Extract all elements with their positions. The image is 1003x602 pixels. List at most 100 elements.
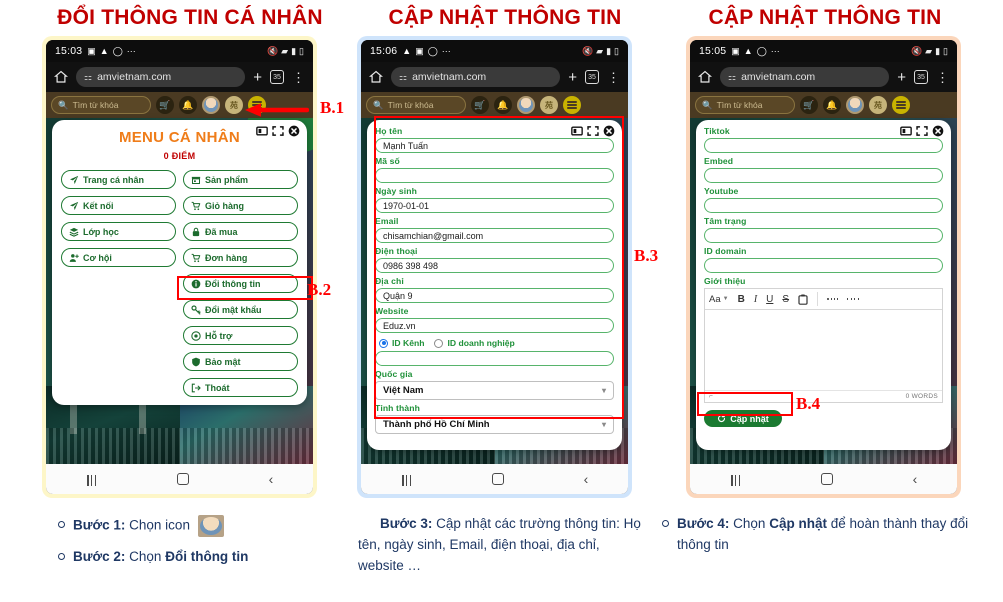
menu-item-ho-tro[interactable]: Hỗ trợ <box>183 326 298 345</box>
split-view-icon[interactable] <box>256 125 268 137</box>
split-view-icon[interactable] <box>900 125 912 137</box>
menu-item-trang-ca-nhan[interactable]: Trang cá nhân <box>61 170 176 189</box>
cart-icon[interactable]: 🛒 <box>156 96 174 114</box>
underline-icon[interactable]: U <box>766 294 773 305</box>
field-input-embed[interactable] <box>704 168 943 183</box>
recent-apps-icon[interactable] <box>401 472 413 487</box>
font-size-icon[interactable]: Aa ▼ <box>709 294 729 305</box>
field-input-ho-ten[interactable]: Mạnh Tuấn <box>375 138 614 153</box>
radio-id-kenh[interactable]: ID Kênh <box>379 338 424 348</box>
menu-item-co-hoi[interactable]: Cơ hội <box>61 248 176 267</box>
close-icon[interactable] <box>603 125 615 137</box>
user-avatar-icon[interactable] <box>846 96 864 114</box>
italic-icon[interactable]: I <box>754 294 757 305</box>
align-right-icon[interactable] <box>867 297 878 302</box>
field-label-website: Website <box>375 306 409 316</box>
browser-menu-icon[interactable]: ⋮ <box>936 71 949 84</box>
field-input-youtube[interactable] <box>704 198 943 213</box>
field-input-id-domain[interactable] <box>704 258 943 273</box>
new-tab-icon[interactable]: + <box>897 70 906 85</box>
site-badge-icon[interactable]: 苑 <box>225 96 243 114</box>
hamburger-menu-icon[interactable] <box>892 96 910 114</box>
menu-item-gio-hang[interactable]: Giỏ hàng <box>183 196 298 215</box>
new-tab-icon[interactable]: + <box>568 70 577 85</box>
submit-update-button[interactable]: Cập nhật <box>704 410 782 427</box>
tab-count-icon[interactable]: 35 <box>270 70 284 84</box>
site-badge-icon[interactable]: 苑 <box>540 96 558 114</box>
browser-url-bar[interactable]: ⚏ amvietnam.com <box>720 67 890 87</box>
fullscreen-icon[interactable] <box>916 125 928 137</box>
column-title-2: CẬP NHẬT THÔNG TIN <box>388 6 622 29</box>
cart-icon[interactable]: 🛒 <box>800 96 818 114</box>
menu-item-bao-mat[interactable]: Bảo mật <box>183 352 298 371</box>
menu-item-label: Sản phẩm <box>205 174 249 185</box>
new-tab-icon[interactable]: + <box>253 70 262 85</box>
radio-id-doanh-nghiep[interactable]: ID doanh nghiệp <box>434 338 515 348</box>
site-search-input[interactable]: 🔍 Tìm từ khóa <box>695 96 795 114</box>
field-input-ngay-sinh[interactable]: 1970-01-01 <box>375 198 614 213</box>
close-icon[interactable] <box>288 125 300 137</box>
menu-item-label: Giỏ hàng <box>205 200 244 211</box>
menu-item-thoat[interactable]: Thoát <box>183 378 298 397</box>
battery-icon: ▯ <box>614 45 619 56</box>
tab-count-icon[interactable]: 35 <box>914 70 928 84</box>
browser-home-icon[interactable] <box>54 70 68 84</box>
bullet-icon <box>58 553 65 560</box>
browser-url-bar[interactable]: ⚏ amvietnam.com <box>391 67 561 87</box>
back-icon[interactable]: ‹ <box>269 471 274 487</box>
browser-url-bar[interactable]: ⚏ amvietnam.com <box>76 67 246 87</box>
user-avatar-icon[interactable] <box>517 96 535 114</box>
home-icon[interactable] <box>492 473 505 485</box>
browser-menu-icon[interactable]: ⋮ <box>292 71 305 84</box>
field-input-dien-thoai[interactable]: 0986 398 498 <box>375 258 614 273</box>
cart-icon[interactable]: 🛒 <box>471 96 489 114</box>
field-input-dia-chi[interactable]: Quận 9 <box>375 288 614 303</box>
menu-item-da-mua[interactable]: Đã mua <box>183 222 298 241</box>
field-input-email[interactable]: chisamchian@gmail.com <box>375 228 614 243</box>
recent-apps-icon[interactable] <box>86 472 98 487</box>
bold-icon[interactable]: B <box>738 294 745 305</box>
field-input-channel-id[interactable] <box>375 351 614 366</box>
back-icon[interactable]: ‹ <box>913 471 918 487</box>
strikethrough-icon[interactable]: S <box>782 294 789 305</box>
align-left-icon[interactable] <box>827 297 839 302</box>
field-input-website[interactable]: Eduz.vn <box>375 318 614 333</box>
field-input-tam-trang[interactable] <box>704 228 943 243</box>
site-badge-icon[interactable]: 苑 <box>869 96 887 114</box>
close-icon[interactable] <box>932 125 944 137</box>
select-tinh-thanh[interactable]: Thành phố Hồ Chí Minh ▾ <box>375 415 614 434</box>
user-avatar-icon[interactable] <box>202 96 220 114</box>
menu-item-doi-mat-khau[interactable]: Đổi mật khẩu <box>183 300 298 319</box>
hamburger-menu-icon[interactable] <box>563 96 581 114</box>
bell-icon[interactable]: 🔔 <box>823 96 841 114</box>
back-icon[interactable]: ‹ <box>584 471 589 487</box>
site-search-input[interactable]: 🔍 Tìm từ khóa <box>51 96 151 114</box>
align-center-icon[interactable] <box>847 297 859 302</box>
fullscreen-icon[interactable] <box>272 125 284 137</box>
bell-icon[interactable]: 🔔 <box>179 96 197 114</box>
menu-item-doi-thong-tin[interactable]: Đổi thông tin <box>183 274 298 293</box>
select-quoc-gia[interactable]: Việt Nam ▾ <box>375 381 614 400</box>
site-search-input[interactable]: 🔍 Tìm từ khóa <box>366 96 466 114</box>
browser-menu-icon[interactable]: ⋮ <box>607 71 620 84</box>
field-input-ma-so[interactable] <box>375 168 614 183</box>
split-view-icon[interactable] <box>571 125 583 137</box>
resize-handle-icon[interactable]: ⌐ <box>709 393 713 400</box>
home-icon[interactable] <box>821 473 834 485</box>
menu-item-ket-noi[interactable]: Kết nối <box>61 196 176 215</box>
editor-text-area[interactable] <box>705 310 942 390</box>
bell-icon[interactable]: 🔔 <box>494 96 512 114</box>
paste-icon[interactable] <box>798 294 808 305</box>
caption-step1-text: Bước 1: Chọn icon <box>73 515 224 537</box>
browser-home-icon[interactable] <box>698 70 712 84</box>
menu-item-lop-hoc[interactable]: Lớp học <box>61 222 176 241</box>
browser-home-icon[interactable] <box>369 70 383 84</box>
field-input-tiktok[interactable] <box>704 138 943 153</box>
menu-item-don-hang[interactable]: Đơn hàng <box>183 248 298 267</box>
recent-apps-icon[interactable] <box>730 472 742 487</box>
menu-item-san-pham[interactable]: Sản phẩm <box>183 170 298 189</box>
lock-icon <box>192 227 200 236</box>
home-icon[interactable] <box>177 473 190 485</box>
fullscreen-icon[interactable] <box>587 125 599 137</box>
tab-count-icon[interactable]: 35 <box>585 70 599 84</box>
